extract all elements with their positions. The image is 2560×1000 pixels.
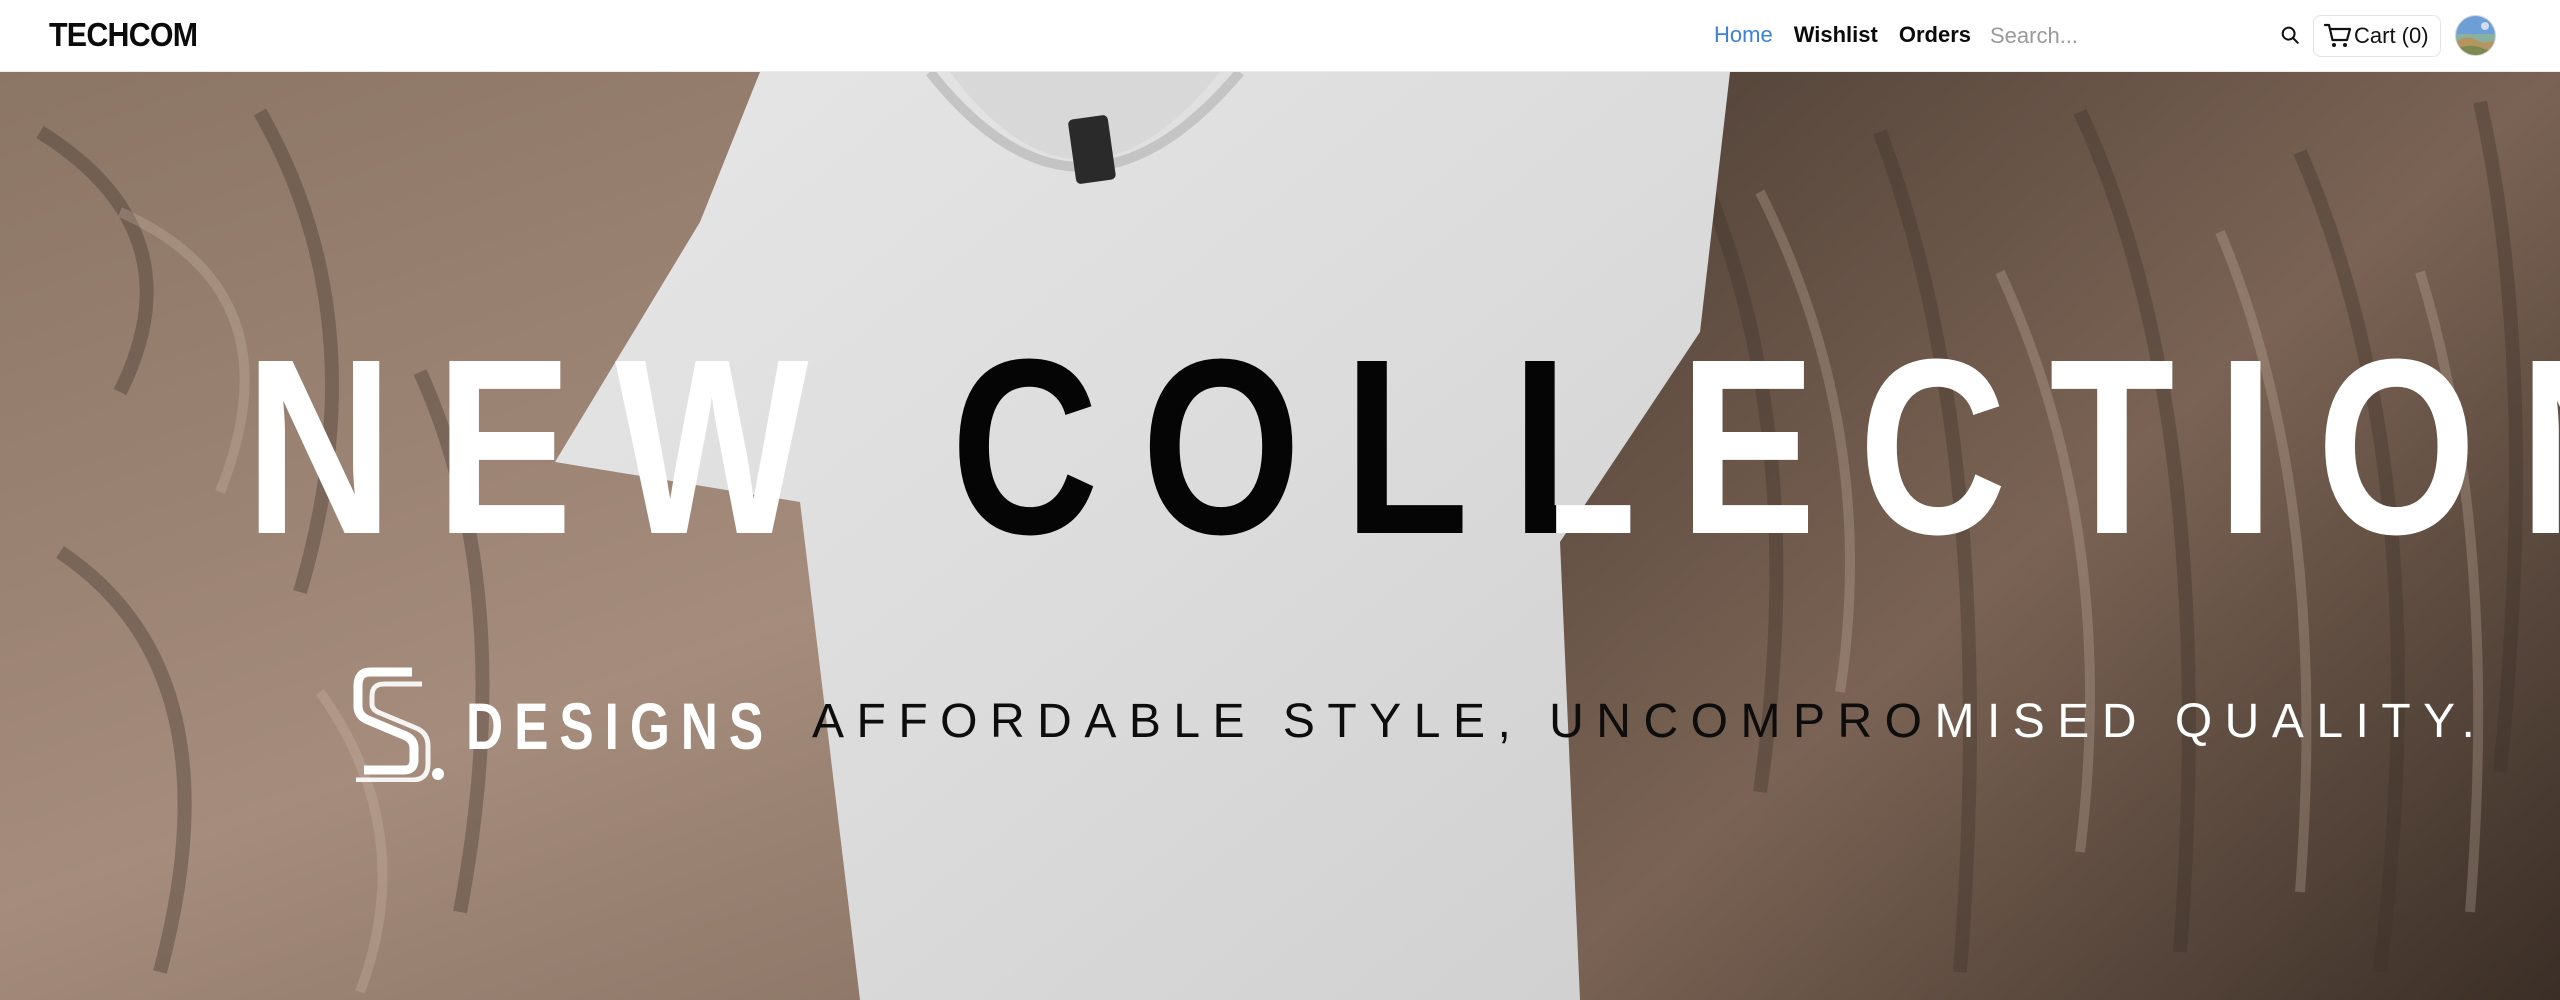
cart-label: Cart (0) xyxy=(2354,23,2429,48)
hero-banner: NEW COLLECTION NEW COLLECTION DESIGNS AF… xyxy=(0,72,2560,1000)
search-bar xyxy=(1990,16,2280,56)
brand-name: DESIGNS xyxy=(466,689,775,763)
user-avatar[interactable] xyxy=(2455,15,2496,56)
s-designs-logo-icon xyxy=(353,667,444,782)
search-input[interactable] xyxy=(1990,16,2230,56)
top-navbar: TECHCOM Home Wishlist Orders Cart (0) xyxy=(0,0,2560,72)
nav-link-orders[interactable]: Orders xyxy=(1899,22,1971,48)
brand-tagline: DESIGNS AFFORDABLE STYLE, UNCOMPROMISED … xyxy=(350,664,2475,784)
avatar-image xyxy=(2456,16,2495,55)
hero-headline: NEW COLLECTION NEW COLLECTION xyxy=(245,322,2560,572)
nav-link-wishlist[interactable]: Wishlist xyxy=(1794,22,1878,48)
brand-logo-text[interactable]: TECHCOM xyxy=(49,16,198,54)
search-icon[interactable] xyxy=(2279,24,2301,46)
main-nav: Home Wishlist Orders xyxy=(1714,22,1992,48)
cart-button[interactable]: Cart (0) xyxy=(2313,15,2441,57)
cart-icon xyxy=(2324,23,2352,47)
nav-link-home[interactable]: Home xyxy=(1714,22,1773,48)
